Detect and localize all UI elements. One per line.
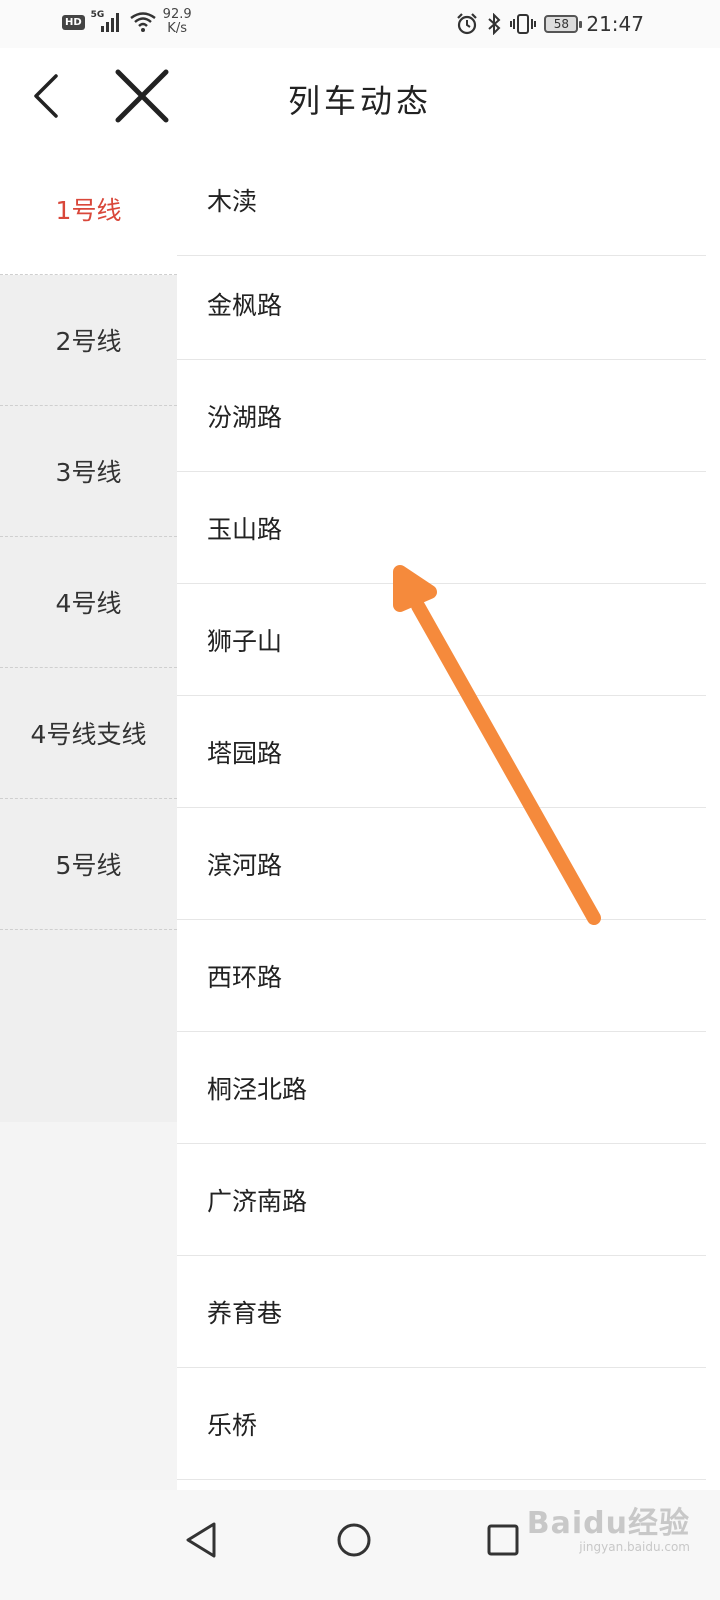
nav-recents-button[interactable] <box>473 1510 533 1570</box>
line-item-3[interactable]: 3号线 <box>0 406 177 537</box>
station-item[interactable]: 木渎 <box>177 144 706 256</box>
vibrate-icon <box>510 14 537 34</box>
line-item-1[interactable]: 1号线 <box>0 144 177 275</box>
battery-level: 58 <box>553 17 569 31</box>
speed-value: 92.9 <box>162 7 192 22</box>
line-label: 3号线 <box>55 458 122 487</box>
status-left: HD 5G 92.9 K/s <box>62 8 192 36</box>
station-name: 西环路 <box>207 962 283 992</box>
station-name: 玉山路 <box>207 514 283 544</box>
page-title: 列车动态 <box>287 82 432 120</box>
line-item-2[interactable]: 2号线 <box>0 275 177 406</box>
station-name: 金枫路 <box>207 290 283 320</box>
line-item-4-branch[interactable]: 4号线支线 <box>0 668 177 799</box>
station-name: 桐泾北路 <box>207 1074 308 1104</box>
clock: 21:47 <box>586 12 644 36</box>
nav-back-button[interactable] <box>172 1510 232 1570</box>
system-nav-bar: Baidu经验 jingyan.baidu.com <box>0 1490 720 1600</box>
bluetooth-icon <box>488 13 501 35</box>
watermark-main: Baidu经验 <box>526 1506 690 1541</box>
station-name: 滨河路 <box>207 850 283 880</box>
status-right: 58 21:47 <box>456 12 644 36</box>
station-item[interactable]: 塔园路 <box>177 696 706 808</box>
line-label: 5号线 <box>55 851 122 880</box>
station-name: 塔园路 <box>207 738 283 768</box>
station-item[interactable]: 乐桥 <box>177 1368 706 1480</box>
line-label: 4号线支线 <box>30 720 147 749</box>
station-item[interactable]: 养育巷 <box>177 1256 706 1368</box>
station-item[interactable]: 广济南路 <box>177 1144 706 1256</box>
menu-filler <box>0 930 177 1122</box>
station-name: 狮子山 <box>207 626 283 656</box>
line-label: 1号线 <box>55 196 122 225</box>
home-circle-icon <box>337 1523 371 1557</box>
back-triangle-icon <box>186 1522 216 1558</box>
speed-unit: K/s <box>167 21 187 36</box>
station-item[interactable]: 滨河路 <box>177 808 706 920</box>
hd-badge: HD <box>62 14 85 30</box>
nav-home-button[interactable] <box>324 1510 384 1570</box>
battery-icon: 58 <box>544 15 583 33</box>
station-name: 乐桥 <box>207 1410 258 1440</box>
status-bar: HD 5G 92.9 K/s 58 21:47 <box>0 0 720 48</box>
line-label: 2号线 <box>55 327 122 356</box>
network-type: 5G <box>90 10 105 20</box>
station-name: 广济南路 <box>207 1186 308 1216</box>
station-item[interactable]: 玉山路 <box>177 472 706 584</box>
station-item[interactable]: 金枫路 <box>177 248 706 360</box>
alarm-icon <box>457 13 478 35</box>
wifi-icon <box>129 12 156 32</box>
station-name: 汾湖路 <box>207 402 283 432</box>
line-label: 4号线 <box>55 589 122 618</box>
station-item[interactable]: 汾湖路 <box>177 360 706 472</box>
line-item-5[interactable]: 5号线 <box>0 799 177 930</box>
recents-square-icon <box>487 1524 519 1556</box>
signal-icon: 5G <box>91 10 123 34</box>
station-name: 木渎 <box>207 186 258 216</box>
station-name: 养育巷 <box>207 1298 283 1328</box>
app-header: 列车动态 <box>0 48 720 144</box>
station-item[interactable]: 西环路 <box>177 920 706 1032</box>
line-menu: 1号线 2号线 3号线 4号线 4号线支线 5号线 <box>0 144 177 1492</box>
line-item-4[interactable]: 4号线 <box>0 537 177 668</box>
station-item[interactable]: 桐泾北路 <box>177 1032 706 1144</box>
station-item[interactable]: 狮子山 <box>177 584 706 696</box>
watermark: Baidu经验 jingyan.baidu.com <box>527 1498 690 1554</box>
watermark-sub: jingyan.baidu.com <box>579 1540 690 1554</box>
network-speed: 92.9 K/s <box>163 8 192 36</box>
